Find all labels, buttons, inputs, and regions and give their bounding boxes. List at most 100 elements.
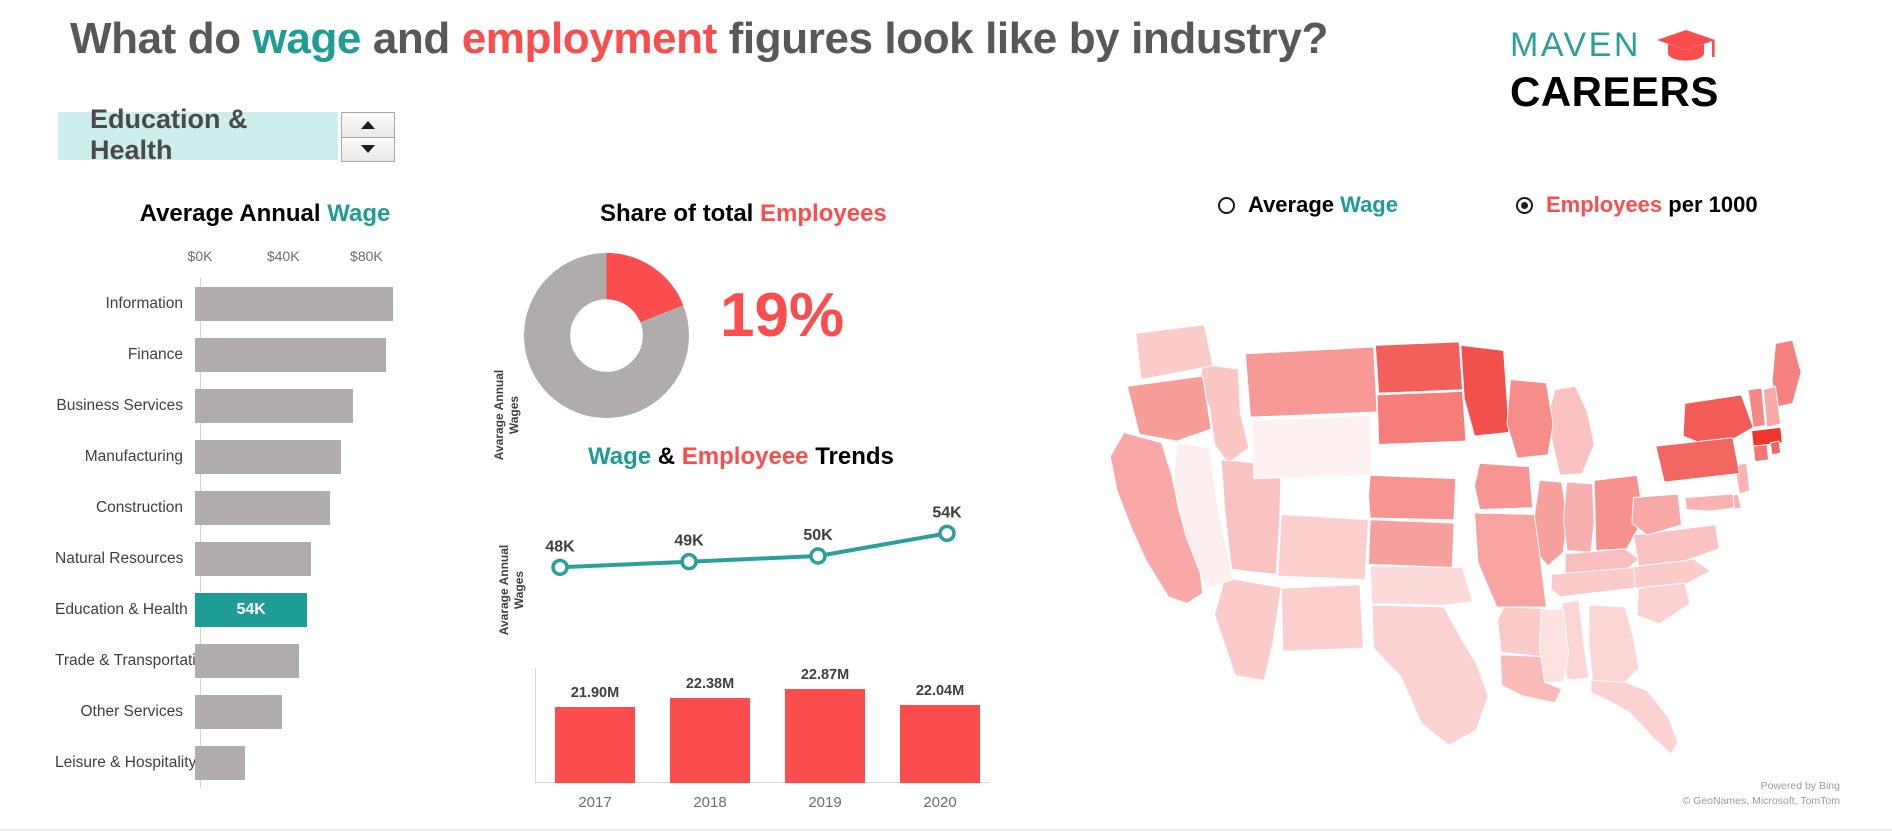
bar-chart-x-tick: $80K	[350, 248, 383, 264]
donut-center-percentage: 19%	[720, 281, 845, 350]
map-state-sc[interactable]	[1636, 582, 1691, 625]
radio-employees-per-1000[interactable]: Employees per 1000	[1515, 192, 1758, 218]
line-chart-data-label: 49K	[674, 533, 704, 550]
column-chart-data-label: 22.38M	[685, 676, 735, 693]
map-state-md[interactable]	[1684, 493, 1735, 512]
industry-slicer[interactable]: Education & Health	[58, 104, 395, 165]
map-state-mo[interactable]	[1474, 512, 1547, 608]
bar-chart-bar[interactable]	[195, 337, 387, 372]
column-chart-group[interactable]: 22.87M 2019	[785, 647, 865, 811]
map-state-mt[interactable]	[1244, 346, 1378, 418]
radio-label-employees-accent: Employees	[1545, 192, 1663, 217]
map-state-ri[interactable]	[1769, 440, 1782, 456]
bar-chart-row[interactable]: Manufacturing	[55, 431, 475, 482]
column-chart-group[interactable]: 21.90M 2017	[555, 647, 635, 811]
radio-label-employees-plain: per 1000	[1662, 192, 1758, 217]
map-state-tn[interactable]	[1550, 567, 1636, 598]
line-chart-marker[interactable]	[809, 547, 827, 565]
line-chart-data-label: 50K	[803, 527, 833, 544]
map-state-tx[interactable]	[1371, 604, 1489, 746]
bar-chart-title: Average Annual Wage	[55, 200, 475, 228]
map-state-ga[interactable]	[1588, 604, 1640, 683]
bar-chart-bar[interactable]	[195, 439, 341, 474]
map-state-ia[interactable]	[1474, 462, 1534, 510]
map-state-sd[interactable]	[1376, 390, 1467, 445]
bar-chart-row[interactable]: Natural Resources	[55, 533, 475, 584]
bar-chart-row[interactable]: Other Services	[55, 686, 475, 737]
radio-button-icon-average-wage[interactable]	[1218, 196, 1235, 214]
map-state-fl[interactable]	[1590, 679, 1679, 755]
column-chart-group[interactable]: 22.04M 2020	[900, 647, 980, 811]
map-state-ks[interactable]	[1368, 519, 1455, 569]
column-chart-bar[interactable]	[785, 689, 865, 783]
bar-chart-bar[interactable]	[195, 694, 283, 729]
us-choropleth-map[interactable]	[1035, 255, 1855, 775]
map-state-ny[interactable]	[1682, 394, 1754, 445]
bar-chart-row[interactable]: Trade & Transportation	[55, 635, 475, 686]
bar-chart-x-axis: $0K $40K $80K	[55, 248, 475, 272]
map-state-pa[interactable]	[1655, 437, 1741, 483]
bar-chart-title-plain: Average Annual	[139, 200, 328, 227]
map-state-mn[interactable]	[1460, 344, 1510, 437]
donut-title-plain: Share of total	[600, 200, 761, 227]
map-state-ms[interactable]	[1539, 608, 1570, 683]
map-state-nd[interactable]	[1374, 341, 1463, 394]
bar-chart-bar[interactable]	[195, 490, 331, 525]
bar-chart-row[interactable]: Education & Health 54K	[55, 584, 475, 635]
bar-chart-category-label: Construction	[95, 498, 183, 516]
map-state-or[interactable]	[1126, 375, 1212, 442]
map-state-wv[interactable]	[1631, 493, 1682, 536]
line-chart-marker[interactable]	[938, 524, 956, 543]
us-map-svg[interactable]	[1035, 255, 1855, 775]
trends-title-seg-0: Wage	[588, 443, 652, 470]
bar-chart-row[interactable]: Finance	[55, 329, 475, 380]
bar-chart-bar[interactable]: 54K	[195, 592, 308, 627]
map-state-in[interactable]	[1562, 481, 1595, 553]
column-chart-data-label: 22.87M	[800, 667, 850, 684]
bar-chart-row[interactable]: Construction	[55, 482, 475, 533]
map-state-ok[interactable]	[1369, 565, 1474, 606]
bar-chart-category-label: Information	[105, 294, 183, 312]
bar-chart-category-label: Finance	[127, 345, 183, 363]
map-state-co[interactable]	[1277, 514, 1369, 581]
map-state-wi[interactable]	[1506, 379, 1554, 459]
column-chart-category-label: 2019	[808, 794, 842, 811]
brand-logo: MAVEN CAREERS	[1510, 28, 1750, 113]
slicer-spinner[interactable]	[341, 112, 395, 162]
column-chart-bar[interactable]	[555, 707, 635, 783]
line-chart-marker[interactable]	[551, 558, 569, 577]
map-state-mi[interactable]	[1547, 385, 1595, 476]
trends-title-seg-3: Trends	[808, 443, 894, 470]
bar-chart-bar[interactable]	[195, 388, 354, 423]
slicer-down-button[interactable]	[342, 137, 394, 161]
map-state-ct[interactable]	[1752, 443, 1770, 463]
slicer-up-button[interactable]	[342, 113, 394, 138]
column-chart-bar[interactable]	[670, 698, 750, 783]
bar-chart-x-tick: $40K	[266, 248, 300, 264]
map-state-nm[interactable]	[1280, 584, 1364, 652]
bar-chart-row[interactable]: Leisure & Hospitality	[55, 737, 475, 788]
column-chart-bar[interactable]	[900, 704, 980, 783]
radio-label-average-wage-plain: Average	[1248, 192, 1341, 217]
chevron-up-icon	[361, 120, 375, 129]
map-state-ne[interactable]	[1368, 474, 1457, 521]
map-state-wy[interactable]	[1251, 414, 1373, 480]
column-chart-category-label: 2017	[578, 794, 612, 811]
slicer-selected-value[interactable]: Education & Health	[58, 104, 338, 165]
dashboard-canvas: What do wage and employment figures look…	[0, 0, 1892, 831]
bar-chart-bar[interactable]	[195, 745, 245, 780]
bar-chart-plot-area: Information Finance Business Services Manuf…	[55, 278, 475, 788]
map-metric-radio-group[interactable]: Average Wage Employees per 1000	[1218, 192, 1758, 218]
line-chart-marker[interactable]	[680, 552, 698, 571]
bar-chart-row[interactable]: Business Services	[55, 380, 475, 431]
bar-chart-bar[interactable]	[195, 286, 393, 321]
radio-button-icon-employees-per-1000[interactable]	[1515, 196, 1533, 214]
column-chart-group[interactable]: 22.38M 2018	[670, 647, 750, 811]
bar-chart-category-label: Leisure & Hospitality	[55, 753, 197, 771]
bar-chart-bar[interactable]	[195, 541, 312, 576]
radio-average-wage[interactable]: Average Wage	[1218, 192, 1398, 218]
bar-chart-bar[interactable]	[195, 643, 299, 678]
bar-chart-category-label: Manufacturing	[84, 447, 183, 465]
bar-chart-row[interactable]: Information	[55, 278, 475, 329]
map-state-az[interactable]	[1214, 577, 1282, 681]
